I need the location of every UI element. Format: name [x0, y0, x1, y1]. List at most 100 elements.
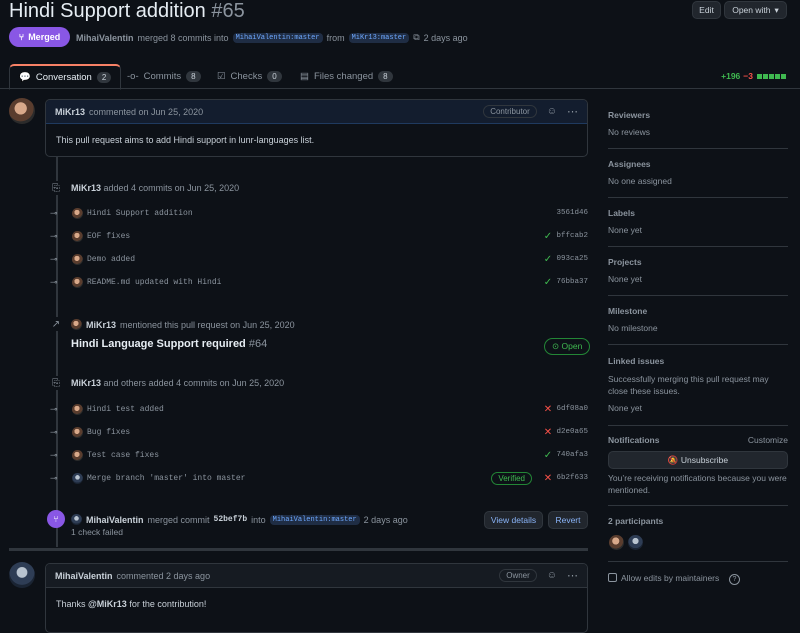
tab-files-changed[interactable]: ▤ Files changed 8: [300, 64, 393, 89]
open-with-button[interactable]: Open with ▾: [724, 1, 787, 19]
sidebar-divider: [608, 197, 788, 198]
commit-sha[interactable]: 6b2f633: [554, 474, 588, 482]
merge-target-branch[interactable]: MihaiValentin:master: [269, 514, 360, 525]
commit-dot-icon: ⊸: [50, 230, 58, 241]
kebab-menu-icon[interactable]: ⋯: [567, 105, 578, 118]
event-author[interactable]: MiKr13: [71, 378, 101, 388]
merged-label: Merged: [28, 32, 61, 42]
view-details-button[interactable]: View details: [484, 511, 543, 529]
reviewers-title[interactable]: Reviewers: [608, 110, 788, 120]
merge-text: merged 8 commits into: [137, 32, 229, 43]
comment-time[interactable]: commented 2 days ago: [117, 571, 211, 581]
commit-sha[interactable]: 3561d46: [554, 209, 588, 217]
merge-author[interactable]: MihaiValentin: [76, 33, 134, 43]
commit-message[interactable]: EOF fixes: [87, 232, 542, 241]
assignees-title[interactable]: Assignees: [608, 159, 788, 169]
comment-author[interactable]: MiKr13: [55, 107, 85, 117]
question-icon[interactable]: ?: [729, 574, 740, 585]
tab-conversation[interactable]: 💬 Conversation 2: [9, 64, 122, 90]
commit-sha[interactable]: 093ca25: [554, 255, 588, 263]
milestone-title[interactable]: Milestone: [608, 306, 788, 316]
commit-message[interactable]: Hindi test added: [87, 405, 542, 414]
x-icon[interactable]: ✕: [542, 427, 554, 438]
check-status[interactable]: 1 check failed: [71, 527, 123, 537]
open-with-label: Open with: [732, 5, 771, 15]
sidebar-divider: [608, 246, 788, 247]
sidebar-assignees[interactable]: Assignees No one assigned: [608, 159, 788, 186]
merge-avatar[interactable]: [71, 514, 82, 525]
commit-message[interactable]: Hindi Support addition: [87, 209, 542, 218]
smiley-icon[interactable]: ☺: [547, 106, 557, 117]
comment-author[interactable]: MihaiValentin: [55, 571, 113, 581]
sidebar-labels[interactable]: Labels None yet: [608, 208, 788, 235]
labels-value: None yet: [608, 225, 643, 235]
customize-link[interactable]: Customize: [748, 435, 788, 452]
commit-message[interactable]: Demo added: [87, 255, 542, 264]
allow-edits-label[interactable]: Allow edits by maintainers: [621, 573, 719, 583]
event-author[interactable]: MiKr13: [71, 183, 101, 193]
merge-event-author[interactable]: MihaiValentin: [86, 515, 144, 525]
check-icon[interactable]: ✓: [542, 277, 554, 288]
commit-avatar[interactable]: [72, 230, 83, 242]
commit-sha[interactable]: 740afa3: [554, 451, 588, 459]
projects-title[interactable]: Projects: [608, 257, 788, 267]
kebab-menu-icon[interactable]: ⋯: [567, 569, 578, 582]
verified-badge[interactable]: Verified: [491, 471, 532, 485]
participant-avatar-mikr13[interactable]: [609, 535, 624, 550]
check-icon[interactable]: ✓: [542, 254, 554, 265]
commit-sha[interactable]: bffcab2: [554, 232, 588, 240]
avatar-mihaivalentin[interactable]: [9, 562, 35, 588]
mention-avatar[interactable]: [71, 319, 82, 330]
x-icon[interactable]: ✕: [542, 473, 554, 484]
merge-event-time[interactable]: 2 days ago: [364, 515, 408, 525]
labels-title[interactable]: Labels: [608, 208, 788, 218]
sidebar-projects[interactable]: Projects None yet: [608, 257, 788, 284]
revert-button[interactable]: Revert: [548, 511, 588, 529]
sidebar-reviewers[interactable]: Reviewers No reviews: [608, 110, 788, 137]
commit-sha[interactable]: 76bba37: [554, 278, 588, 286]
commit-message[interactable]: README.md updated with Hindi: [87, 278, 542, 287]
commit-avatar[interactable]: [72, 276, 83, 288]
commit-avatar[interactable]: [72, 253, 83, 265]
caret-down-icon: ▾: [774, 4, 779, 15]
mention-author[interactable]: MiKr13: [86, 320, 116, 330]
x-icon[interactable]: ✕: [542, 404, 554, 415]
avatar-mikr13[interactable]: [9, 98, 35, 124]
head-branch[interactable]: MiKr13:master: [348, 32, 410, 43]
merge-commit-sha[interactable]: 52bef7b: [214, 515, 248, 524]
commit-avatar[interactable]: [72, 449, 83, 461]
commit-sha[interactable]: d2e0a65: [554, 428, 588, 436]
smiley-icon[interactable]: ☺: [547, 570, 557, 581]
commit-message[interactable]: Bug fixes: [87, 428, 542, 437]
second-comment-header: MihaiValentin commented 2 days ago Owner…: [46, 564, 587, 588]
linked-issue-number: #64: [248, 338, 268, 350]
tab-checks[interactable]: ☑ Checks 0: [217, 64, 282, 89]
edit-button[interactable]: Edit: [692, 1, 721, 19]
commit-sha[interactable]: 6df08a0: [554, 405, 588, 413]
check-icon[interactable]: ✓: [542, 231, 554, 242]
user-mention[interactable]: @MiKr13: [88, 599, 127, 609]
commit-row: ⊸ EOF fixes ✓ bffcab2: [50, 228, 588, 244]
base-branch[interactable]: MihaiValentin:master: [232, 32, 323, 43]
check-icon[interactable]: ✓: [542, 450, 554, 461]
copy-icon[interactable]: ⧉: [413, 32, 419, 43]
tab-commits[interactable]: -o- Commits 8: [127, 64, 201, 89]
commit-avatar[interactable]: [72, 472, 83, 484]
comment-body: Thanks @MiKr13 for the contribution!: [46, 588, 587, 620]
commit-message[interactable]: Test case fixes: [87, 451, 542, 460]
linked-issue[interactable]: Hindi Language Support required #64: [71, 338, 267, 350]
commit-avatar[interactable]: [72, 403, 83, 415]
sidebar-milestone[interactable]: Milestone No milestone: [608, 306, 788, 333]
commit-row: ⊸ Merge branch 'master' into master Verifi…: [50, 470, 588, 486]
unsubscribe-button[interactable]: 🔕 Unsubscribe: [608, 451, 788, 469]
allow-edits-checkbox[interactable]: [608, 573, 617, 582]
participants-title: 2 participants: [608, 516, 664, 526]
participant-avatar-mihaivalentin[interactable]: [628, 535, 643, 550]
linked-issue-title[interactable]: Hindi Language Support required: [71, 338, 246, 350]
commit-avatar[interactable]: [72, 207, 83, 219]
comment-time[interactable]: commented on Jun 25, 2020: [89, 107, 203, 117]
contributor-badge: Contributor: [483, 105, 537, 118]
commit-dot-icon: ⊸: [50, 253, 58, 264]
commit-avatar[interactable]: [72, 426, 83, 438]
commit-message[interactable]: Merge branch 'master' into master: [87, 474, 491, 483]
